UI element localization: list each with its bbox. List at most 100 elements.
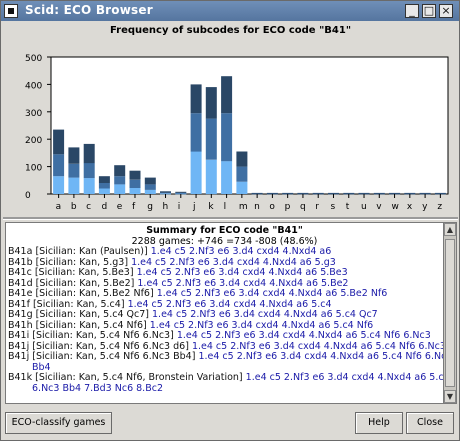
eco-moves-link[interactable]: 1.e4 c5 2.Nf3 e6 3.d4 cxd4 4.Nxd4 a6 5.c… xyxy=(150,320,373,331)
bar-segment xyxy=(53,129,65,155)
eco-moves-link[interactable]: 6.Nc3 Bb4 7.Bd3 Nc6 8.Bc2 xyxy=(8,383,163,394)
bar-segment xyxy=(144,177,156,185)
list-item[interactable]: B41j [Sicilian: Kan, 5.c4 Nf6 6.Nc3 Bb4]… xyxy=(6,351,443,363)
bar-segment xyxy=(68,177,80,194)
bar-segment xyxy=(175,191,187,193)
bar-segment xyxy=(190,113,202,152)
bar-segment xyxy=(98,176,110,183)
title-bar[interactable]: Scid: ECO Browser _ □ × xyxy=(1,1,459,21)
scroll-up-arrow-icon[interactable]: ▲ xyxy=(444,223,456,236)
bar-segment xyxy=(83,143,95,164)
x-tick-label: w xyxy=(392,202,399,212)
y-tick-label: 500 xyxy=(25,54,42,64)
eco-classify-games-button[interactable]: ECO-classify games xyxy=(5,412,112,434)
bar-segment xyxy=(221,76,233,114)
bar-segment xyxy=(236,151,248,167)
bar-segment xyxy=(129,179,141,188)
bar-segment xyxy=(343,192,355,194)
eco-subcode-label: B41f [Sicilian: Kan, 5.c4] xyxy=(8,298,125,310)
bar-segment xyxy=(160,191,171,193)
eco-subcode-label: B41b [Sicilian: Kan, 5.g3] xyxy=(8,256,129,268)
summary-text-panel[interactable]: Summary for ECO code "B41" 2288 games: +… xyxy=(5,222,444,404)
list-item-continuation[interactable]: 6.Nc3 Bb4 7.Bd3 Nc6 8.Bc2 xyxy=(6,383,443,395)
bar-segment xyxy=(205,118,217,160)
y-tick-label: 100 xyxy=(25,164,42,174)
x-tick-label: u xyxy=(361,202,367,212)
x-tick-label: z xyxy=(437,202,442,212)
eco-moves-link[interactable]: 1.e4 c5 2.Nf3 e6 3.d4 cxd4 4.Nxd4 a6 5.c… xyxy=(246,372,443,383)
y-tick-label: 0 xyxy=(25,191,31,201)
window-menu-icon[interactable] xyxy=(4,4,18,18)
bar-segment xyxy=(404,192,416,194)
y-tick-label: 200 xyxy=(25,136,42,146)
bar-segment xyxy=(144,184,156,190)
eco-moves-link[interactable]: 1.e4 c5 2.Nf3 e6 3.d4 cxd4 4.Nxd4 a6 5.B… xyxy=(137,267,348,278)
eco-moves-link[interactable]: 1.e4 c5 2.Nf3 e6 3.d4 cxd4 4.Nxd4 a6 5.B… xyxy=(157,288,388,299)
x-tick-label: m xyxy=(239,202,248,212)
eco-subcode-label: B41i [Sicilian: Kan, 5.c4 Nf6 6.Nc3] xyxy=(8,330,174,341)
minimize-button[interactable]: _ xyxy=(405,4,419,18)
bar-segment xyxy=(221,161,233,194)
x-tick-label: a xyxy=(56,202,62,212)
bar-segment xyxy=(328,192,339,194)
eco-moves-link[interactable]: 1.e4 c5 2.Nf3 e6 3.d4 cxd4 4.Nxd4 a6 5.c… xyxy=(152,309,378,320)
eco-moves-link[interactable]: 1.e4 c5 2.Nf3 e6 3.d4 cxd4 4.Nxd4 a6 5.g… xyxy=(131,257,336,268)
close-window-button[interactable]: × xyxy=(439,4,453,18)
help-button[interactable]: Help xyxy=(355,412,403,434)
vertical-scrollbar[interactable]: ▲ ▼ xyxy=(443,222,457,404)
bar-segment xyxy=(312,192,324,194)
eco-subcode-label: B41a [Sicilian: Kan (Paulsen)] xyxy=(8,246,148,257)
bar-segment xyxy=(205,87,217,119)
bar-segment xyxy=(83,178,95,194)
eco-moves-link[interactable]: Bb4 xyxy=(8,362,51,373)
x-tick-label: b xyxy=(71,202,77,212)
bar-segment xyxy=(53,176,65,194)
pane-divider[interactable] xyxy=(3,217,458,220)
bar-segment xyxy=(129,170,141,180)
summary-title: Summary for ECO code "B41" xyxy=(146,225,303,236)
eco-moves-link[interactable]: 1.e4 c5 2.Nf3 e6 3.d4 cxd4 4.Nxd4 a6 5.B… xyxy=(137,278,348,289)
x-tick-label: c xyxy=(86,202,91,212)
bar-segment xyxy=(68,147,80,164)
eco-subcode-label: B41j [Sicilian: Kan, 5.c4 Nf6 6.Nc3 Bb4] xyxy=(8,351,196,362)
y-tick-label: 300 xyxy=(25,109,42,119)
bar-segment xyxy=(160,192,171,194)
eco-moves-link[interactable]: 1.e4 c5 2.Nf3 e6 3.d4 cxd4 4.Nxd4 a6 xyxy=(151,246,332,257)
eco-subcode-label: B41g [Sicilian: Kan, 5.c4 Qc7] xyxy=(8,309,149,320)
bar-segment xyxy=(282,192,294,194)
eco-subcode-label: B41e [Sicilian: Kan, 5.Be2 Nf6] xyxy=(8,288,154,299)
bar-segment xyxy=(144,189,156,194)
maximize-button[interactable]: □ xyxy=(422,4,436,18)
x-tick-label: g xyxy=(147,202,153,212)
x-tick-label: h xyxy=(163,202,169,212)
x-tick-label: p xyxy=(285,202,291,212)
eco-moves-link[interactable]: 1.e4 c5 2.Nf3 e6 3.d4 cxd4 4.Nxd4 a6 5.c… xyxy=(128,299,332,310)
bar-segment xyxy=(389,192,401,194)
x-tick-label: l xyxy=(224,202,227,212)
x-tick-label: n xyxy=(254,202,260,212)
frequency-chart: Frequency of subcodes for ECO code "B41"… xyxy=(3,21,458,217)
x-tick-label: k xyxy=(208,202,214,212)
x-tick-label: e xyxy=(117,202,123,212)
x-tick-label: s xyxy=(330,202,335,212)
chart-svg: 0 100 200 300 400 500 a b c d e f g h i j k l m n o p q r s t u v w x… xyxy=(25,54,449,212)
scrollbar-thumb[interactable] xyxy=(445,239,455,387)
bar-segment xyxy=(68,163,80,178)
bar-segment xyxy=(83,163,95,179)
x-tick-label: i xyxy=(178,202,181,212)
bar-segment xyxy=(114,184,126,194)
close-button[interactable]: Close xyxy=(406,412,454,434)
bar-segment xyxy=(114,165,126,177)
eco-moves-link[interactable]: 1.e4 c5 2.Nf3 e6 3.d4 cxd4 4.Nxd4 a6 5.c… xyxy=(192,341,443,352)
x-tick-label: v xyxy=(376,202,382,212)
eco-moves-link[interactable]: 1.e4 c5 2.Nf3 e6 3.d4 cxd4 4.Nxd4 a6 5.c… xyxy=(198,351,443,362)
scroll-down-arrow-icon[interactable]: ▼ xyxy=(444,390,456,403)
x-tick-label: x xyxy=(407,202,413,212)
bar-segment xyxy=(236,181,248,194)
eco-subcode-label: B41k [Sicilian: Kan, 5.c4 Nf6, Bronstein… xyxy=(8,372,243,383)
x-tick-label: r xyxy=(315,202,319,212)
x-tick-label: d xyxy=(101,202,107,212)
bar-segment xyxy=(53,154,65,177)
list-item[interactable]: B41k [Sicilian: Kan, 5.c4 Nf6, Bronstein… xyxy=(6,372,443,384)
eco-moves-link[interactable]: 1.e4 c5 2.Nf3 e6 3.d4 cxd4 4.Nxd4 a6 5.c… xyxy=(177,330,431,341)
